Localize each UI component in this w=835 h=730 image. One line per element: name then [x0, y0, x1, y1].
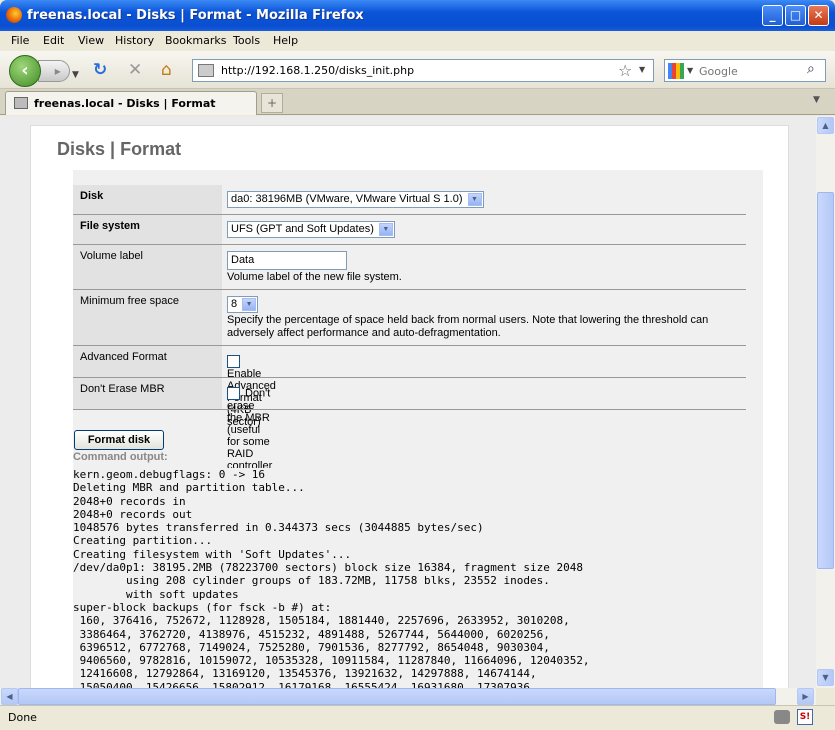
horizontal-scroll-thumb[interactable]: [18, 688, 776, 705]
menu-history[interactable]: History: [115, 34, 154, 47]
scroll-left-icon[interactable]: ◀: [1, 688, 18, 705]
chevron-down-icon: ▼: [242, 298, 257, 311]
close-button[interactable]: ✕: [808, 5, 829, 26]
command-output: kern.geom.debugflags: 0 -> 16 Deleting M…: [73, 468, 746, 688]
row-filesystem: File system UFS (GPT and Soft Updates) ▼: [73, 215, 746, 245]
window-titlebar: freenas.local - Disks | Format - Mozilla…: [0, 0, 835, 31]
menu-edit[interactable]: Edit: [43, 34, 64, 47]
filesystem-select[interactable]: UFS (GPT and Soft Updates) ▼: [227, 221, 395, 238]
scrollbar-corner: [816, 688, 835, 705]
vertical-scrollbar[interactable]: ▲ ▼: [816, 116, 835, 688]
stop-icon[interactable]: ✕: [128, 61, 142, 79]
row-dont-erase-mbr: Don't Erase MBR Don't erase the MBR (use…: [73, 378, 746, 484]
minimum-free-space-label: Minimum free space: [73, 290, 222, 345]
scroll-down-icon[interactable]: ▼: [817, 669, 834, 686]
row-advanced-format: Advanced Format Enable Advanced Format (…: [73, 346, 746, 428]
window-title: freenas.local - Disks | Format - Mozilla…: [27, 8, 364, 23]
tab-bar: freenas.local - Disks | Format + ▼: [0, 89, 835, 115]
dont-erase-mbr-label: Don't Erase MBR: [73, 378, 222, 409]
minimum-free-space-select[interactable]: 8 ▼: [227, 296, 259, 313]
extension-icon[interactable]: S!: [797, 709, 813, 725]
command-output-label: Command output:: [73, 451, 168, 463]
disk-select[interactable]: da0: 38196MB (VMware, VMware Virtual S 1…: [227, 191, 484, 208]
tab-disks-format[interactable]: freenas.local - Disks | Format: [5, 91, 257, 115]
reload-icon[interactable]: ↻: [93, 61, 107, 79]
row-volume-label: Volume label Data Volume label of the ne…: [73, 245, 746, 290]
menu-help[interactable]: Help: [273, 34, 298, 47]
volume-label-label: Volume label: [73, 245, 222, 289]
page-title: Disks | Format: [57, 139, 182, 159]
google-icon[interactable]: [668, 63, 684, 79]
advanced-format-checkbox[interactable]: [227, 355, 240, 368]
navigation-toolbar: ▸ ‹ ▼ ↻ ✕ ⌂ http://192.168.1.250/disks_i…: [0, 51, 835, 89]
format-disk-button[interactable]: Format disk: [74, 430, 164, 450]
status-bar: Done S!: [0, 705, 835, 730]
forward-button[interactable]: ▸: [38, 60, 70, 82]
search-icon[interactable]: ⌕: [807, 61, 815, 77]
scroll-right-icon[interactable]: ▶: [797, 688, 814, 705]
page-content: Disks | Format Disk da0: 38196MB (VMware…: [0, 116, 816, 688]
menu-view[interactable]: View: [78, 34, 104, 47]
home-icon[interactable]: ⌂: [161, 61, 172, 79]
filesystem-label: File system: [73, 215, 222, 244]
row-minimum-free-space: Minimum free space 8 ▼ Specify the percen…: [73, 290, 746, 346]
scroll-up-icon[interactable]: ▲: [817, 117, 834, 134]
minimize-button[interactable]: _: [762, 5, 783, 26]
vertical-scroll-thumb[interactable]: [817, 192, 834, 569]
chevron-down-icon: ▼: [467, 193, 482, 206]
bookmark-star-icon[interactable]: ☆: [618, 61, 632, 80]
maximize-button[interactable]: □: [785, 5, 806, 26]
url-text[interactable]: http://192.168.1.250/disks_init.php: [221, 64, 414, 77]
volume-label-input[interactable]: Data: [227, 251, 347, 270]
new-tab-button[interactable]: +: [261, 93, 283, 113]
advanced-format-label: Advanced Format: [73, 346, 222, 377]
history-dropdown-icon[interactable]: ▼: [72, 66, 79, 84]
tab-title[interactable]: freenas.local - Disks | Format: [34, 97, 216, 110]
search-input[interactable]: [699, 63, 804, 79]
dont-erase-mbr-checkbox[interactable]: [227, 387, 240, 400]
url-dropdown-icon[interactable]: ▼: [639, 65, 645, 74]
url-bar[interactable]: http://192.168.1.250/disks_init.php ☆ ▼: [192, 59, 654, 82]
menu-file[interactable]: File: [11, 34, 29, 47]
menu-bookmarks[interactable]: Bookmarks: [165, 34, 226, 47]
addon-icon[interactable]: [774, 710, 790, 724]
menubar: File Edit View History Bookmarks Tools H…: [0, 31, 835, 51]
firefox-icon: [6, 7, 22, 23]
main-panel: Disks | Format Disk da0: 38196MB (VMware…: [30, 125, 789, 688]
minimum-free-space-description: Specify the percentage of space held bac…: [227, 314, 709, 339]
tab-list-icon[interactable]: ▼: [813, 95, 820, 105]
back-button[interactable]: ‹: [9, 55, 41, 87]
site-identity-icon[interactable]: [198, 64, 214, 77]
search-bar[interactable]: ▼ ⌕: [664, 59, 826, 82]
search-engine-dropdown-icon[interactable]: ▼: [687, 66, 693, 75]
chevron-down-icon: ▼: [378, 223, 393, 236]
row-disk: Disk da0: 38196MB (VMware, VMware Virtua…: [73, 185, 746, 215]
menu-tools[interactable]: Tools: [233, 34, 260, 47]
page-favicon-icon: [14, 97, 28, 109]
volume-label-description: Volume label of the new file system.: [227, 271, 402, 283]
disk-label: Disk: [73, 185, 222, 214]
status-text: Done: [8, 711, 37, 724]
horizontal-scrollbar[interactable]: ◀ ▶: [0, 688, 816, 705]
